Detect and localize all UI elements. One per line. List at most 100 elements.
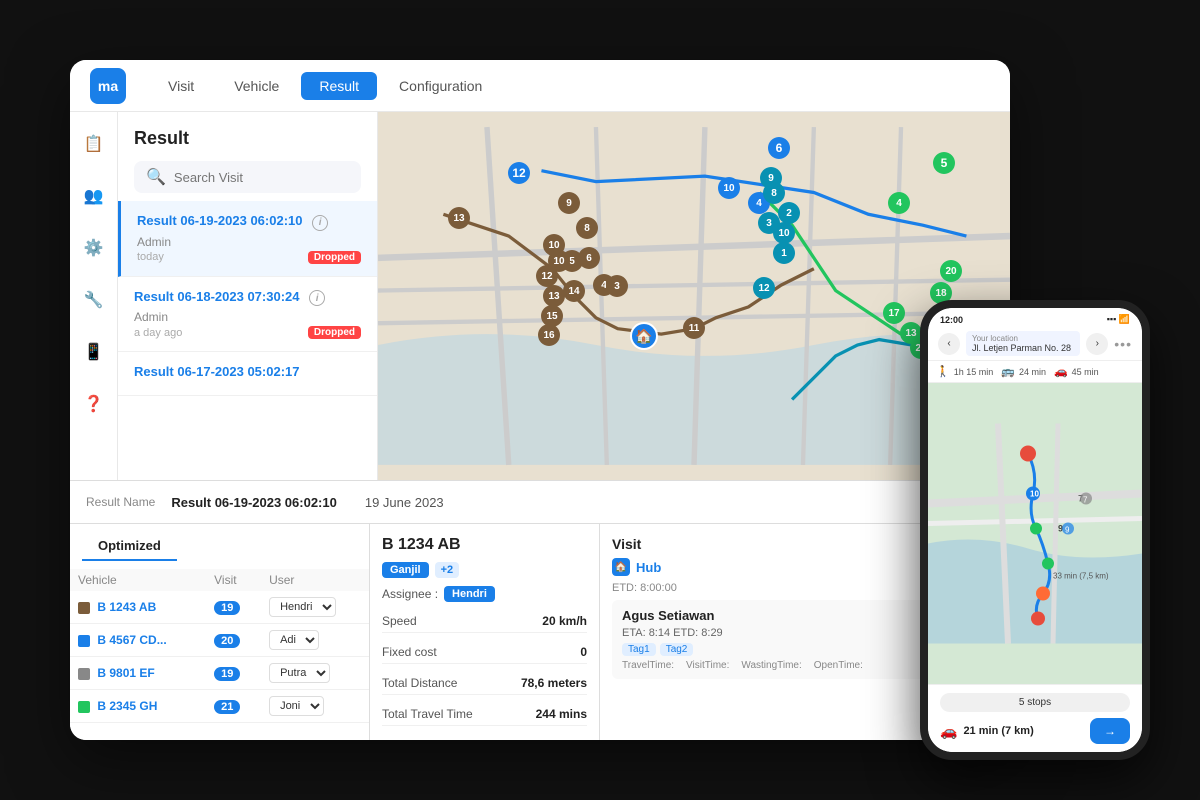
sidebar-help-icon[interactable]: ❓ (78, 388, 110, 420)
go-button[interactable]: → (1090, 718, 1130, 744)
desktop-window: ma Visit Vehicle Result Configuration 📋 … (70, 60, 1010, 740)
phone-device: 12:00 ▪▪▪ 📶 ‹ Your location Jl. Letjen P… (920, 300, 1150, 760)
phone-back-btn[interactable]: ‹ (938, 333, 960, 355)
pin-10-blue: 10 (718, 177, 740, 199)
col-visit: Visit (206, 569, 261, 591)
sidebar-phone-icon[interactable]: 📱 (78, 336, 110, 368)
bottom-content: Optimized Vehicle Visit User (70, 524, 1010, 740)
phone-screen: 12:00 ▪▪▪ 📶 ‹ Your location Jl. Letjen P… (928, 308, 1142, 752)
walk-option[interactable]: 🚶 1h 15 min (936, 365, 993, 378)
fixed-cost-label: Fixed cost (382, 645, 437, 659)
pin-6: 6 (578, 247, 600, 269)
sidebar-gear-icon[interactable]: ⚙️ (78, 232, 110, 264)
stops-pill: 5 stops (940, 693, 1130, 712)
dropped-badge-2: Dropped (308, 326, 361, 339)
pin-20: 20 (940, 260, 962, 282)
result-item-2-meta: a day ago Dropped (134, 326, 361, 339)
phone-nav: ‹ Your location Jl. Letjen Parman No. 28… (928, 327, 1142, 361)
tab-visit[interactable]: Visit (150, 72, 212, 100)
visit-cell-4: 21 (206, 690, 261, 723)
result-name-label: Result Name (86, 495, 155, 509)
table-row[interactable]: B 1243 AB 19 Hendri (70, 591, 369, 624)
user-select-2[interactable]: Adi (269, 630, 319, 650)
result-item-2[interactable]: Result 06-18-2023 07:30:24 i Admin a day… (118, 277, 377, 353)
drive-option[interactable]: 🚗 45 min (1054, 365, 1099, 378)
phone-menu-dots[interactable]: ••• (1114, 336, 1132, 352)
speed-row: Speed 20 km/h (382, 610, 587, 633)
fixed-cost-row: Fixed cost 0 (382, 641, 587, 664)
assignee-label: Assignee : (382, 587, 438, 601)
tab-vehicle[interactable]: Vehicle (216, 72, 297, 100)
result-item-2-title: Result 06-18-2023 07:30:24 i (134, 289, 361, 307)
transport-bar: 🚶 1h 15 min 🚌 24 min 🚗 45 min (928, 361, 1142, 383)
travel-time-value: 244 mins (536, 707, 587, 721)
result-item-3[interactable]: Result 06-17-2023 05:02:17 (118, 352, 377, 396)
drive-time-option: 45 min (1072, 367, 1099, 377)
svg-text:7: 7 (1083, 496, 1088, 505)
info-icon-2[interactable]: i (309, 290, 325, 306)
table-row[interactable]: B 4567 CD... 20 Adi (70, 624, 369, 657)
pin-2-teal: 2 (778, 202, 800, 224)
hub-icon: 🏠 (612, 558, 630, 576)
pin-5-green: 5 (933, 152, 955, 174)
sidebar-settings-icon[interactable]: 🔧 (78, 284, 110, 316)
user-cell-3: Putra (261, 657, 369, 690)
phone-arrow-btn[interactable]: › (1086, 333, 1108, 355)
top-nav: ma Visit Vehicle Result Configuration (70, 60, 1010, 112)
user-select-4[interactable]: Joni (269, 696, 324, 716)
pin-11: 11 (683, 317, 705, 339)
pin-9-teal: 9 (760, 167, 782, 189)
result-item-1-meta: today Dropped (137, 251, 361, 264)
user-select-1[interactable]: Hendri (269, 597, 336, 617)
fixed-cost-value: 0 (580, 645, 587, 659)
assignee-badge: Hendri (444, 586, 495, 602)
sidebar-icons: 📋 👥 ⚙️ 🔧 📱 ❓ (70, 112, 118, 480)
pin-17: 17 (883, 302, 905, 324)
tab-result[interactable]: Result (301, 72, 377, 100)
pin-3a: 3 (606, 275, 628, 297)
visit-cell-3: 19 (206, 657, 261, 690)
map-background[interactable]: 12 13 9 8 10 5 6 12 13 14 10 4 3 15 16 (378, 112, 1010, 480)
search-input[interactable] (174, 170, 349, 185)
nav-tabs: Visit Vehicle Result Configuration (150, 72, 990, 100)
wasting-time-col: WastingTime: (741, 660, 801, 671)
walk-time: 1h 15 min (954, 367, 994, 377)
user-cell-4: Joni (261, 690, 369, 723)
vehicle-dot-1 (78, 602, 90, 614)
info-icon-1[interactable]: i (312, 215, 328, 231)
visit-badge-1: 19 (214, 601, 240, 615)
tab-configuration[interactable]: Configuration (381, 72, 500, 100)
go-arrow: → (1104, 724, 1116, 738)
svg-text:9: 9 (1065, 526, 1070, 535)
phone-bottom-bar: 5 stops 🚗 21 min (7 km) → (928, 684, 1142, 752)
table-row[interactable]: B 9801 EF 19 Putra (70, 657, 369, 690)
phone-drive-info: 🚗 21 min (7 km) (940, 723, 1034, 740)
bottom-section: Result Name Result 06-19-2023 06:02:10 1… (70, 480, 1010, 740)
assignee-row: Assignee : Hendri (382, 586, 587, 602)
drive-icon: 🚗 (1054, 365, 1068, 378)
visit-badge-4: 21 (214, 700, 240, 714)
user-cell-2: Adi (261, 624, 369, 657)
main-content: 📋 👥 ⚙️ 🔧 📱 ❓ Result 🔍 (70, 112, 1010, 480)
vehicle-tags: Ganjil +2 (382, 562, 587, 578)
user-select-3[interactable]: Putra (269, 663, 330, 683)
phone-map[interactable]: 10 33 min (7,5 km) 9 9 7 7 (928, 383, 1142, 684)
pin-8: 8 (576, 217, 598, 239)
optimized-table: Vehicle Visit User B 1243 AB (70, 569, 369, 732)
result-item-1[interactable]: Result 06-19-2023 06:02:10 i Admin today… (118, 201, 377, 277)
vehicle-cell-3: B 9801 EF (70, 657, 206, 690)
vehicle-link-2: B 4567 CD... (97, 633, 166, 647)
sidebar-users-icon[interactable]: 👥 (78, 180, 110, 212)
transit-option[interactable]: 🚌 24 min (1001, 365, 1046, 378)
table-row[interactable]: B 2345 GH 21 Joni (70, 690, 369, 723)
hub-name: Hub (636, 560, 661, 575)
vehicle-link-1: B 1243 AB (97, 600, 156, 614)
pin-6-blue: 6 (768, 137, 790, 159)
pin-12-blue: 12 (508, 162, 530, 184)
sidebar-clipboard-icon[interactable]: 📋 (78, 128, 110, 160)
search-box[interactable]: 🔍 (134, 161, 361, 193)
travel-time-col: TravelTime: (622, 660, 674, 671)
result-item-3-title: Result 06-17-2023 05:02:17 (134, 364, 361, 379)
tag-more: +2 (435, 562, 460, 578)
optimized-tab[interactable]: Optimized (82, 532, 177, 561)
